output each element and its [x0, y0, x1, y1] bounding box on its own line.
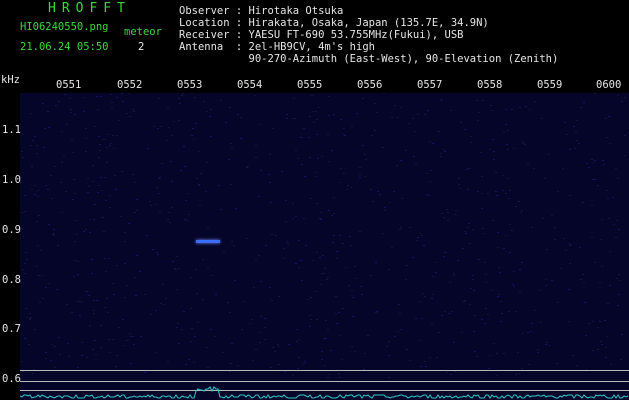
location-line: Location : Hirakata, Osaka, Japan (135.7…: [179, 17, 489, 29]
antenna-line: Antenna : 2el-HB9CV, 4m's high: [179, 41, 375, 53]
time-tick-label: 0600: [596, 79, 622, 91]
antenna-line-2: 90-270-Azimuth (East-West), 90-Elevation…: [179, 53, 559, 65]
time-tick-label: 0554: [237, 79, 263, 91]
time-tick-label: 0553: [177, 79, 203, 91]
meteor-trace: [196, 240, 220, 243]
freq-tick-label: 0.9: [2, 224, 21, 236]
hrofft-window: HROFFT HI06240550.png meteor 21.06.24 05…: [0, 0, 629, 400]
observer-line: Observer : Hirotaka Otsuka: [179, 5, 344, 17]
datetime: 21.06.24 05:50: [20, 41, 109, 53]
freq-tick-label: 0.6: [2, 373, 21, 385]
receiver-line: Receiver : YAESU FT-690 53.755MHz(Fukui)…: [179, 29, 464, 41]
freq-tick-label: 0.7: [2, 323, 21, 335]
spectrogram-noise: [20, 93, 626, 378]
time-tick-label: 0558: [477, 79, 503, 91]
time-tick-label: 0552: [117, 79, 143, 91]
freq-tick-label: 1.1: [2, 124, 21, 136]
freq-tick-label: 1.0: [2, 174, 21, 186]
time-tick-label: 0559: [537, 79, 563, 91]
meteor-count: 2: [138, 41, 145, 53]
reference-line: [20, 370, 629, 371]
reference-line: [20, 381, 629, 382]
time-tick-label: 0557: [417, 79, 443, 91]
y-unit-label: kHz: [1, 74, 20, 86]
meteor-label: meteor: [124, 26, 162, 38]
spectrogram-area: [20, 93, 629, 400]
freq-tick-label: 0.8: [2, 274, 21, 286]
filename: HI06240550.png: [20, 21, 109, 33]
time-tick-label: 0551: [56, 79, 82, 91]
signal-level-trace: [20, 386, 629, 399]
time-tick-label: 0556: [357, 79, 383, 91]
app-title: HROFFT: [48, 1, 131, 16]
time-tick-label: 0555: [297, 79, 323, 91]
